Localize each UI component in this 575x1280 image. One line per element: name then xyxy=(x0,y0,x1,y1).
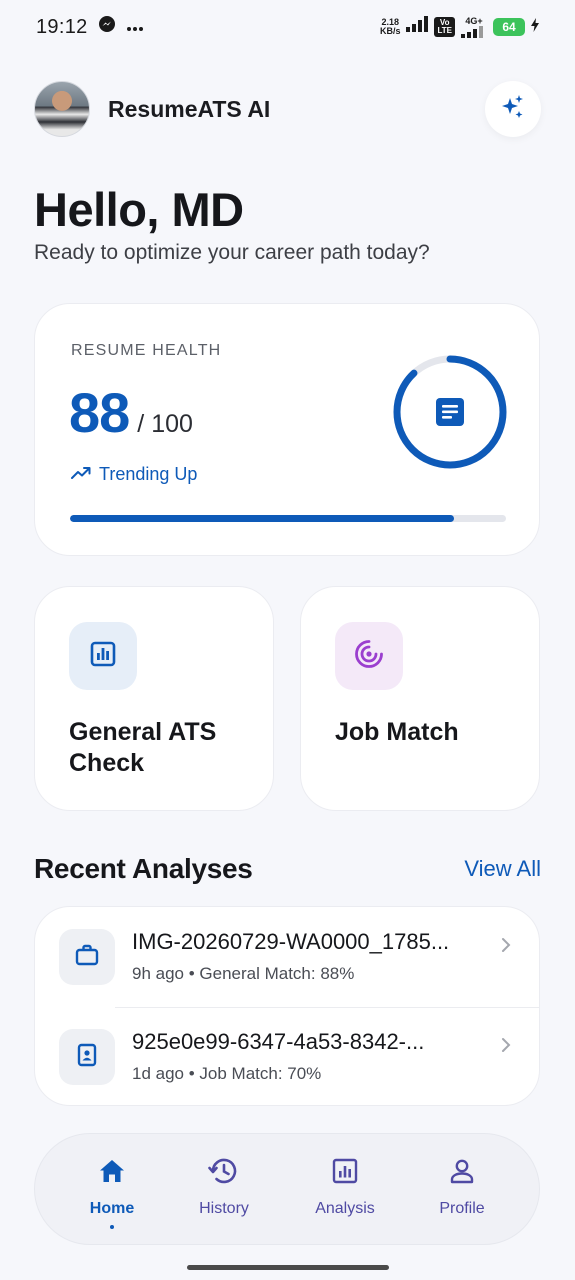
ai-assistant-button[interactable] xyxy=(485,81,541,137)
resume-document-icon xyxy=(76,1043,98,1072)
health-score: 88 xyxy=(69,381,130,444)
status-time: 19:12 xyxy=(36,15,88,38)
volte-badge: Vo LTE xyxy=(434,17,455,37)
health-progress-bar xyxy=(70,515,506,522)
resume-health-card[interactable]: RESUME HEALTH 88 / 100 Trending Up xyxy=(34,303,540,556)
screen: 19:12 2.18 KB/s Vo LTE 4G+ 64 ResumeATS … xyxy=(0,0,575,1280)
analysis-title: IMG-20260729-WA0000_1785... xyxy=(132,929,450,954)
greeting-subtitle: Ready to optimize your career path today… xyxy=(34,241,430,264)
document-icon xyxy=(436,398,464,426)
sparkle-icon xyxy=(500,94,526,125)
nav-analysis-label: Analysis xyxy=(315,1200,375,1217)
chevron-right-icon xyxy=(501,937,511,958)
general-ats-check-label: General ATS Check xyxy=(69,718,217,777)
nav-analysis[interactable]: Analysis xyxy=(290,1154,400,1218)
view-all-link[interactable]: View All xyxy=(464,856,541,882)
history-icon xyxy=(169,1154,279,1188)
active-indicator xyxy=(110,1225,114,1229)
nav-home[interactable]: Home xyxy=(57,1154,167,1229)
list-item[interactable]: IMG-20260729-WA0000_1785... 9h ago • Gen… xyxy=(35,907,539,1007)
chevron-right-icon xyxy=(501,1037,511,1058)
general-ats-check-button[interactable]: General ATS Check xyxy=(34,586,274,811)
recent-analyses-list: IMG-20260729-WA0000_1785... 9h ago • Gen… xyxy=(34,906,540,1106)
app-header: ResumeATS AI xyxy=(34,80,541,138)
analysis-title: 925e0e99-6347-4a53-8342-... xyxy=(132,1029,425,1054)
bar-chart-icon xyxy=(89,640,117,673)
messenger-icon xyxy=(98,15,116,39)
home-icon xyxy=(57,1154,167,1188)
resume-health-label: RESUME HEALTH xyxy=(71,342,222,359)
greeting-title: Hello, MD xyxy=(34,183,244,236)
score-row: 88 / 100 xyxy=(69,380,193,445)
volte-bottom: LTE xyxy=(437,26,452,35)
status-right: 2.18 KB/s Vo LTE 4G+ 64 xyxy=(380,16,539,38)
avatar[interactable] xyxy=(34,81,90,137)
nav-history[interactable]: History xyxy=(169,1154,279,1218)
nav-profile-label: Profile xyxy=(439,1200,485,1217)
app-title: ResumeATS AI xyxy=(108,95,271,122)
trending-up-icon xyxy=(71,464,91,485)
health-score-max: / 100 xyxy=(137,410,193,438)
status-bar: 19:12 2.18 KB/s Vo LTE 4G+ 64 xyxy=(0,0,575,54)
trend-label: Trending Up xyxy=(99,464,198,484)
job-match-icon-container xyxy=(335,622,403,690)
network-type: 4G+ xyxy=(465,15,483,26)
list-item[interactable]: 925e0e99-6347-4a53-8342-... 1d ago • Job… xyxy=(35,1007,539,1105)
recent-analyses-title: Recent Analyses xyxy=(34,853,253,884)
trend-indicator: Trending Up xyxy=(71,464,197,485)
more-notifications-icon xyxy=(126,16,144,38)
analysis-meta: 9h ago • General Match: 88% xyxy=(132,964,355,983)
ats-icon-container xyxy=(69,622,137,690)
nav-home-label: Home xyxy=(89,1200,135,1217)
nav-profile[interactable]: Profile xyxy=(407,1154,517,1218)
health-score-ring xyxy=(393,355,507,469)
signal-icon xyxy=(406,16,429,38)
battery-icon: 64 xyxy=(493,18,525,36)
job-match-label: Job Match xyxy=(335,718,459,746)
row-icon-container xyxy=(59,929,115,985)
row-icon-container xyxy=(59,1029,115,1085)
network-speed-unit: KB/s xyxy=(379,26,401,36)
briefcase-icon xyxy=(75,944,99,971)
status-left: 19:12 xyxy=(36,15,144,39)
person-icon xyxy=(407,1154,517,1188)
bottom-navigation: Home History Analysis Profile xyxy=(34,1133,540,1245)
nav-history-label: History xyxy=(199,1200,249,1217)
charging-icon xyxy=(531,16,539,38)
target-radar-icon xyxy=(354,639,384,674)
analytics-icon xyxy=(290,1154,400,1188)
battery-level: 64 xyxy=(502,20,516,34)
analysis-meta: 1d ago • Job Match: 70% xyxy=(132,1064,322,1083)
network-type-signal: 4G+ xyxy=(461,15,487,38)
home-indicator[interactable] xyxy=(187,1265,389,1270)
network-speed: 2.18 KB/s xyxy=(380,18,401,36)
health-progress-fill xyxy=(70,515,454,522)
job-match-button[interactable]: Job Match xyxy=(300,586,540,811)
